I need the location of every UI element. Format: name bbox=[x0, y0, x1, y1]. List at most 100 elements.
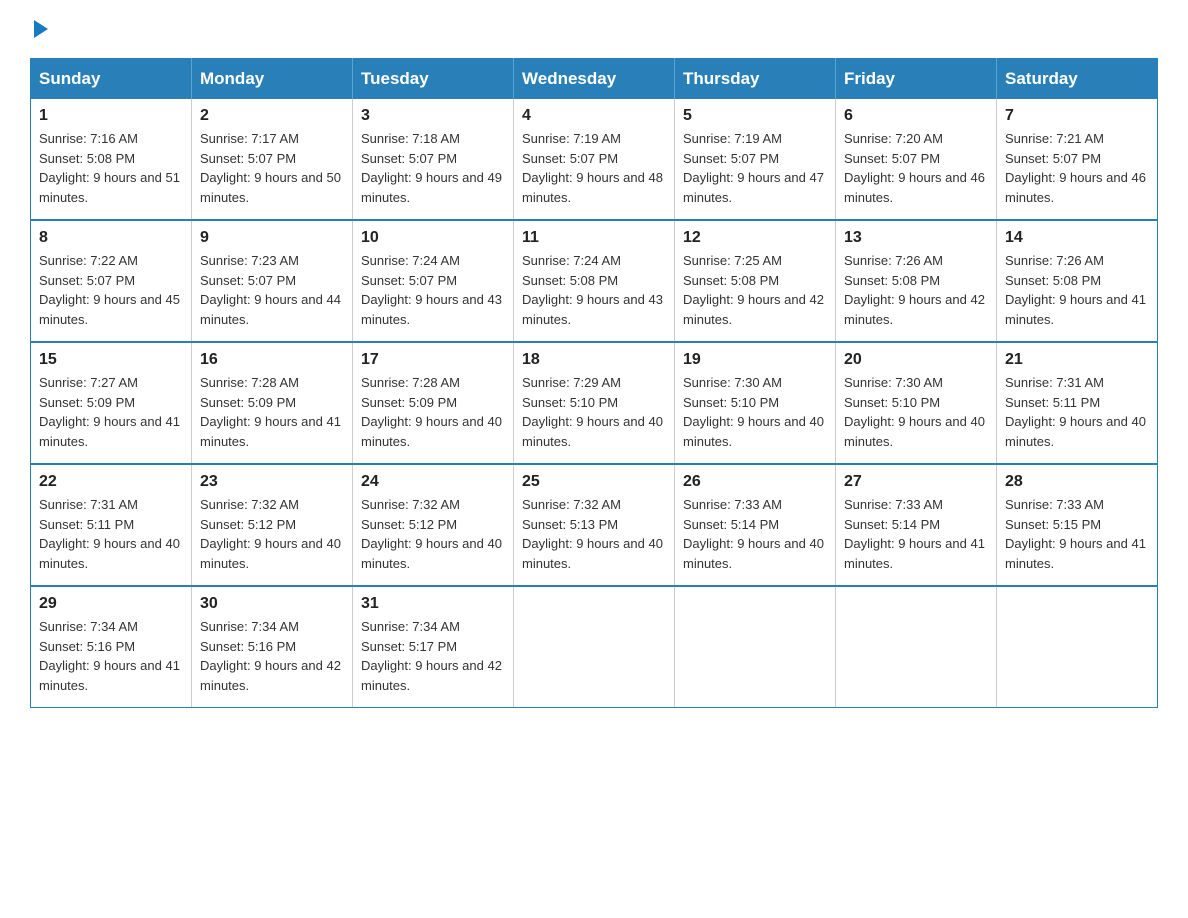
calendar-cell bbox=[836, 586, 997, 708]
day-number: 6 bbox=[844, 107, 988, 125]
day-info: Sunrise: 7:21 AMSunset: 5:07 PMDaylight:… bbox=[1005, 131, 1146, 205]
day-number: 23 bbox=[200, 473, 344, 491]
calendar-cell: 31 Sunrise: 7:34 AMSunset: 5:17 PMDaylig… bbox=[353, 586, 514, 708]
calendar-cell: 10 Sunrise: 7:24 AMSunset: 5:07 PMDaylig… bbox=[353, 220, 514, 342]
day-info: Sunrise: 7:32 AMSunset: 5:13 PMDaylight:… bbox=[522, 497, 663, 571]
calendar-cell: 6 Sunrise: 7:20 AMSunset: 5:07 PMDayligh… bbox=[836, 99, 997, 220]
calendar-cell: 14 Sunrise: 7:26 AMSunset: 5:08 PMDaylig… bbox=[997, 220, 1158, 342]
day-number: 8 bbox=[39, 229, 183, 247]
day-number: 16 bbox=[200, 351, 344, 369]
calendar-cell: 27 Sunrise: 7:33 AMSunset: 5:14 PMDaylig… bbox=[836, 464, 997, 586]
day-info: Sunrise: 7:31 AMSunset: 5:11 PMDaylight:… bbox=[39, 497, 180, 571]
day-info: Sunrise: 7:24 AMSunset: 5:07 PMDaylight:… bbox=[361, 253, 502, 327]
page-header bbox=[30, 20, 1158, 38]
day-number: 27 bbox=[844, 473, 988, 491]
calendar-cell: 3 Sunrise: 7:18 AMSunset: 5:07 PMDayligh… bbox=[353, 99, 514, 220]
day-number: 26 bbox=[683, 473, 827, 491]
day-info: Sunrise: 7:26 AMSunset: 5:08 PMDaylight:… bbox=[1005, 253, 1146, 327]
calendar-cell bbox=[997, 586, 1158, 708]
day-info: Sunrise: 7:28 AMSunset: 5:09 PMDaylight:… bbox=[200, 375, 341, 449]
day-info: Sunrise: 7:17 AMSunset: 5:07 PMDaylight:… bbox=[200, 131, 341, 205]
day-number: 14 bbox=[1005, 229, 1149, 247]
day-info: Sunrise: 7:22 AMSunset: 5:07 PMDaylight:… bbox=[39, 253, 180, 327]
day-number: 24 bbox=[361, 473, 505, 491]
day-number: 10 bbox=[361, 229, 505, 247]
calendar-cell: 17 Sunrise: 7:28 AMSunset: 5:09 PMDaylig… bbox=[353, 342, 514, 464]
day-info: Sunrise: 7:33 AMSunset: 5:15 PMDaylight:… bbox=[1005, 497, 1146, 571]
weekday-header-tuesday: Tuesday bbox=[353, 59, 514, 100]
day-number: 29 bbox=[39, 595, 183, 613]
day-number: 31 bbox=[361, 595, 505, 613]
calendar-cell: 11 Sunrise: 7:24 AMSunset: 5:08 PMDaylig… bbox=[514, 220, 675, 342]
calendar-cell: 30 Sunrise: 7:34 AMSunset: 5:16 PMDaylig… bbox=[192, 586, 353, 708]
day-number: 20 bbox=[844, 351, 988, 369]
calendar-cell: 8 Sunrise: 7:22 AMSunset: 5:07 PMDayligh… bbox=[31, 220, 192, 342]
day-info: Sunrise: 7:24 AMSunset: 5:08 PMDaylight:… bbox=[522, 253, 663, 327]
calendar-cell: 18 Sunrise: 7:29 AMSunset: 5:10 PMDaylig… bbox=[514, 342, 675, 464]
day-info: Sunrise: 7:33 AMSunset: 5:14 PMDaylight:… bbox=[844, 497, 985, 571]
day-number: 7 bbox=[1005, 107, 1149, 125]
day-number: 17 bbox=[361, 351, 505, 369]
day-info: Sunrise: 7:34 AMSunset: 5:17 PMDaylight:… bbox=[361, 619, 502, 693]
day-info: Sunrise: 7:29 AMSunset: 5:10 PMDaylight:… bbox=[522, 375, 663, 449]
day-number: 28 bbox=[1005, 473, 1149, 491]
day-info: Sunrise: 7:23 AMSunset: 5:07 PMDaylight:… bbox=[200, 253, 341, 327]
logo bbox=[30, 20, 48, 38]
calendar-cell: 19 Sunrise: 7:30 AMSunset: 5:10 PMDaylig… bbox=[675, 342, 836, 464]
day-number: 1 bbox=[39, 107, 183, 125]
calendar-cell bbox=[514, 586, 675, 708]
day-number: 3 bbox=[361, 107, 505, 125]
day-info: Sunrise: 7:34 AMSunset: 5:16 PMDaylight:… bbox=[39, 619, 180, 693]
day-number: 25 bbox=[522, 473, 666, 491]
calendar-cell bbox=[675, 586, 836, 708]
day-info: Sunrise: 7:34 AMSunset: 5:16 PMDaylight:… bbox=[200, 619, 341, 693]
day-info: Sunrise: 7:32 AMSunset: 5:12 PMDaylight:… bbox=[361, 497, 502, 571]
calendar-cell: 24 Sunrise: 7:32 AMSunset: 5:12 PMDaylig… bbox=[353, 464, 514, 586]
weekday-header-saturday: Saturday bbox=[997, 59, 1158, 100]
weekday-header-sunday: Sunday bbox=[31, 59, 192, 100]
day-info: Sunrise: 7:33 AMSunset: 5:14 PMDaylight:… bbox=[683, 497, 824, 571]
calendar-cell: 21 Sunrise: 7:31 AMSunset: 5:11 PMDaylig… bbox=[997, 342, 1158, 464]
weekday-header-monday: Monday bbox=[192, 59, 353, 100]
calendar-cell: 20 Sunrise: 7:30 AMSunset: 5:10 PMDaylig… bbox=[836, 342, 997, 464]
day-number: 19 bbox=[683, 351, 827, 369]
calendar-cell: 4 Sunrise: 7:19 AMSunset: 5:07 PMDayligh… bbox=[514, 99, 675, 220]
weekday-header-friday: Friday bbox=[836, 59, 997, 100]
day-info: Sunrise: 7:20 AMSunset: 5:07 PMDaylight:… bbox=[844, 131, 985, 205]
calendar-cell: 28 Sunrise: 7:33 AMSunset: 5:15 PMDaylig… bbox=[997, 464, 1158, 586]
calendar-week-row: 22 Sunrise: 7:31 AMSunset: 5:11 PMDaylig… bbox=[31, 464, 1158, 586]
day-number: 12 bbox=[683, 229, 827, 247]
calendar-week-row: 1 Sunrise: 7:16 AMSunset: 5:08 PMDayligh… bbox=[31, 99, 1158, 220]
day-number: 21 bbox=[1005, 351, 1149, 369]
calendar-cell: 1 Sunrise: 7:16 AMSunset: 5:08 PMDayligh… bbox=[31, 99, 192, 220]
calendar-cell: 7 Sunrise: 7:21 AMSunset: 5:07 PMDayligh… bbox=[997, 99, 1158, 220]
day-number: 11 bbox=[522, 229, 666, 247]
day-info: Sunrise: 7:18 AMSunset: 5:07 PMDaylight:… bbox=[361, 131, 502, 205]
day-number: 13 bbox=[844, 229, 988, 247]
calendar-cell: 23 Sunrise: 7:32 AMSunset: 5:12 PMDaylig… bbox=[192, 464, 353, 586]
day-info: Sunrise: 7:27 AMSunset: 5:09 PMDaylight:… bbox=[39, 375, 180, 449]
day-info: Sunrise: 7:19 AMSunset: 5:07 PMDaylight:… bbox=[522, 131, 663, 205]
calendar-week-row: 29 Sunrise: 7:34 AMSunset: 5:16 PMDaylig… bbox=[31, 586, 1158, 708]
day-info: Sunrise: 7:19 AMSunset: 5:07 PMDaylight:… bbox=[683, 131, 824, 205]
calendar-cell: 26 Sunrise: 7:33 AMSunset: 5:14 PMDaylig… bbox=[675, 464, 836, 586]
calendar-cell: 15 Sunrise: 7:27 AMSunset: 5:09 PMDaylig… bbox=[31, 342, 192, 464]
day-info: Sunrise: 7:16 AMSunset: 5:08 PMDaylight:… bbox=[39, 131, 180, 205]
day-info: Sunrise: 7:30 AMSunset: 5:10 PMDaylight:… bbox=[844, 375, 985, 449]
day-info: Sunrise: 7:31 AMSunset: 5:11 PMDaylight:… bbox=[1005, 375, 1146, 449]
day-number: 9 bbox=[200, 229, 344, 247]
day-number: 2 bbox=[200, 107, 344, 125]
day-number: 5 bbox=[683, 107, 827, 125]
day-number: 30 bbox=[200, 595, 344, 613]
calendar-cell: 5 Sunrise: 7:19 AMSunset: 5:07 PMDayligh… bbox=[675, 99, 836, 220]
calendar-cell: 22 Sunrise: 7:31 AMSunset: 5:11 PMDaylig… bbox=[31, 464, 192, 586]
weekday-header-row: SundayMondayTuesdayWednesdayThursdayFrid… bbox=[31, 59, 1158, 100]
weekday-header-thursday: Thursday bbox=[675, 59, 836, 100]
calendar-cell: 12 Sunrise: 7:25 AMSunset: 5:08 PMDaylig… bbox=[675, 220, 836, 342]
calendar-cell: 9 Sunrise: 7:23 AMSunset: 5:07 PMDayligh… bbox=[192, 220, 353, 342]
weekday-header-wednesday: Wednesday bbox=[514, 59, 675, 100]
day-number: 4 bbox=[522, 107, 666, 125]
day-number: 15 bbox=[39, 351, 183, 369]
day-info: Sunrise: 7:28 AMSunset: 5:09 PMDaylight:… bbox=[361, 375, 502, 449]
calendar-cell: 2 Sunrise: 7:17 AMSunset: 5:07 PMDayligh… bbox=[192, 99, 353, 220]
